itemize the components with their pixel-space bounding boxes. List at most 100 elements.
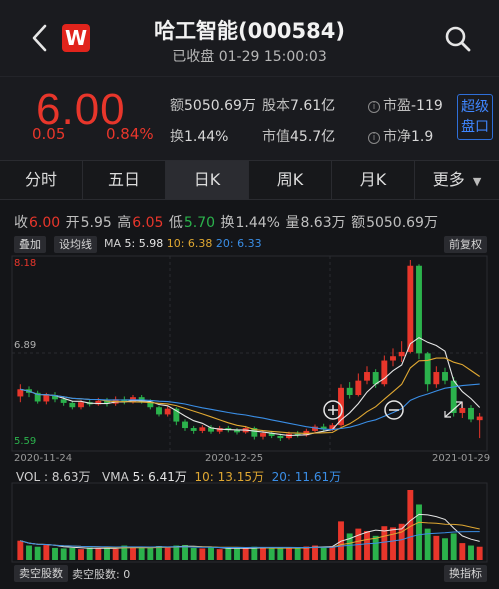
candle-body xyxy=(156,407,162,415)
candle-body xyxy=(398,351,405,357)
x-tick-mid: 2020-12-25 xyxy=(205,453,263,464)
tab-five-day[interactable]: 五日 xyxy=(83,161,166,199)
volume-bar xyxy=(294,548,301,560)
set-ma-button[interactable]: 设均线 xyxy=(54,236,97,253)
candle-body xyxy=(190,428,197,431)
candle-body xyxy=(69,402,76,408)
close-value: 6.00 xyxy=(29,215,61,231)
candle-body xyxy=(476,416,483,421)
ma10-line xyxy=(20,357,481,434)
switch-indicator-button[interactable]: 换指标 xyxy=(444,565,487,582)
volume-bar xyxy=(112,548,119,560)
volume-bar xyxy=(468,545,474,560)
volume-bar xyxy=(173,545,180,560)
top-bar: W 哈工智能(000584) 已收盘 01-29 15:00:03 xyxy=(0,0,499,76)
volume-bar xyxy=(277,547,284,560)
candle-body xyxy=(381,360,388,385)
sell-marker-icon[interactable] xyxy=(384,400,404,420)
candle-body xyxy=(260,433,266,437)
y-tick-max: 8.18 xyxy=(14,258,36,269)
volume-bar xyxy=(147,547,154,560)
volume-bar xyxy=(242,547,249,560)
volume-bar xyxy=(234,548,240,560)
adjust-button[interactable]: 前复权 xyxy=(444,236,487,253)
volume-bar xyxy=(372,535,379,560)
bottom-toolbar: 卖空股数 卖空股数: 0 换指标 xyxy=(0,565,499,585)
tab-intraday[interactable]: 分时 xyxy=(0,161,83,199)
volume-bar xyxy=(60,548,67,560)
candle-body xyxy=(407,265,414,352)
stock-title: 哈工智能(000584) xyxy=(154,19,345,43)
sell-short-button[interactable]: 卖空股数 xyxy=(14,565,68,582)
candle-body xyxy=(78,402,84,408)
candle-body xyxy=(459,407,466,413)
share-capital-stat: 股本7.61亿 xyxy=(262,98,336,114)
candle-body xyxy=(234,430,240,433)
volume-bar xyxy=(329,546,336,560)
volume-bar xyxy=(286,547,292,560)
tab-monthly-k[interactable]: 月K xyxy=(332,161,415,199)
x-tick-end: 2021-01-29 xyxy=(432,453,490,464)
low-value: 5.70 xyxy=(183,215,216,231)
volume-bar xyxy=(268,548,275,560)
candle-body xyxy=(277,435,284,439)
candle-body xyxy=(424,353,431,385)
market-status: 已收盘 01-29 15:00:03 xyxy=(172,49,327,65)
volume-value: 8.63万 xyxy=(300,215,346,231)
volume-bar xyxy=(43,545,50,560)
candle-body xyxy=(390,356,396,361)
volume-legend: VOL : 8.63万 VMA 5: 6.41万 10: 13.15万 20: … xyxy=(16,470,342,484)
tab-daily-k[interactable]: 日K xyxy=(166,161,249,199)
ma-legend: MA 5: 5.98 10: 6.38 20: 6.33 xyxy=(104,237,262,250)
amount-stat: 额5050.69万 xyxy=(170,98,256,114)
volume-bar xyxy=(69,547,76,560)
candle-body xyxy=(442,372,448,381)
pe-stat[interactable]: i 市盈-119 xyxy=(368,95,443,115)
x-tick-start: 2020-11-24 xyxy=(14,453,72,464)
price-change-percent: 0.84% xyxy=(106,125,154,143)
volume-bar xyxy=(390,527,396,560)
volume-bar xyxy=(34,546,41,560)
volume-bar xyxy=(190,547,197,560)
price-change: 0.05 xyxy=(32,125,66,143)
kline-chart[interactable]: 8.18 6.89 5.59 2020-11-24 2020-12-25 202… xyxy=(0,254,499,565)
volume-bar xyxy=(459,543,466,560)
volume-bar xyxy=(450,533,457,560)
candle-body xyxy=(17,389,24,397)
volume-bar xyxy=(164,546,171,560)
overlay-button[interactable]: 叠加 xyxy=(14,236,46,253)
pb-stat[interactable]: i 市净1.9 xyxy=(368,126,433,146)
sell-short-value: 卖空股数: 0 xyxy=(72,568,131,581)
chart-toolbar: 叠加 设均线 MA 5: 5.98 10: 6.38 20: 6.33 前复权 xyxy=(0,236,499,254)
caret-down-icon: ▼ xyxy=(472,175,482,188)
volume-bar xyxy=(17,540,24,560)
info-icon: i xyxy=(368,101,380,113)
volume-bar xyxy=(156,546,162,560)
candle-body xyxy=(416,265,422,354)
super-orderbook-button[interactable]: 超级 盘口 xyxy=(457,94,493,140)
volume-bar xyxy=(138,547,145,560)
volume-bar xyxy=(260,547,266,560)
quote-panel: 6.00 0.05 0.84% 额5050.69万 股本7.61亿 i 市盈-11… xyxy=(0,76,499,160)
candle-body xyxy=(182,421,188,429)
turnover-stat: 换1.44% xyxy=(170,129,229,145)
candle-body xyxy=(468,407,474,420)
tab-more[interactable]: 更多 ▼ xyxy=(415,161,499,199)
period-tabs: 分时 五日 日K 周K 月K 更多 ▼ xyxy=(0,160,499,200)
candle-body xyxy=(355,380,362,396)
candle-body xyxy=(60,399,67,403)
volume-bar xyxy=(303,546,310,560)
candle-body xyxy=(346,387,353,396)
volume-bar xyxy=(251,546,258,560)
volume-bar xyxy=(320,546,327,560)
volume-bar xyxy=(130,546,136,560)
volume-bar xyxy=(416,504,422,560)
candle-body xyxy=(164,408,171,415)
volume-bar xyxy=(433,535,440,560)
y-tick-min: 5.59 xyxy=(14,436,36,447)
candle-body xyxy=(433,372,440,385)
amount-value: 5050.69万 xyxy=(366,215,438,231)
search-icon[interactable] xyxy=(443,24,473,54)
ma20-line xyxy=(20,383,480,431)
tab-weekly-k[interactable]: 周K xyxy=(249,161,332,199)
